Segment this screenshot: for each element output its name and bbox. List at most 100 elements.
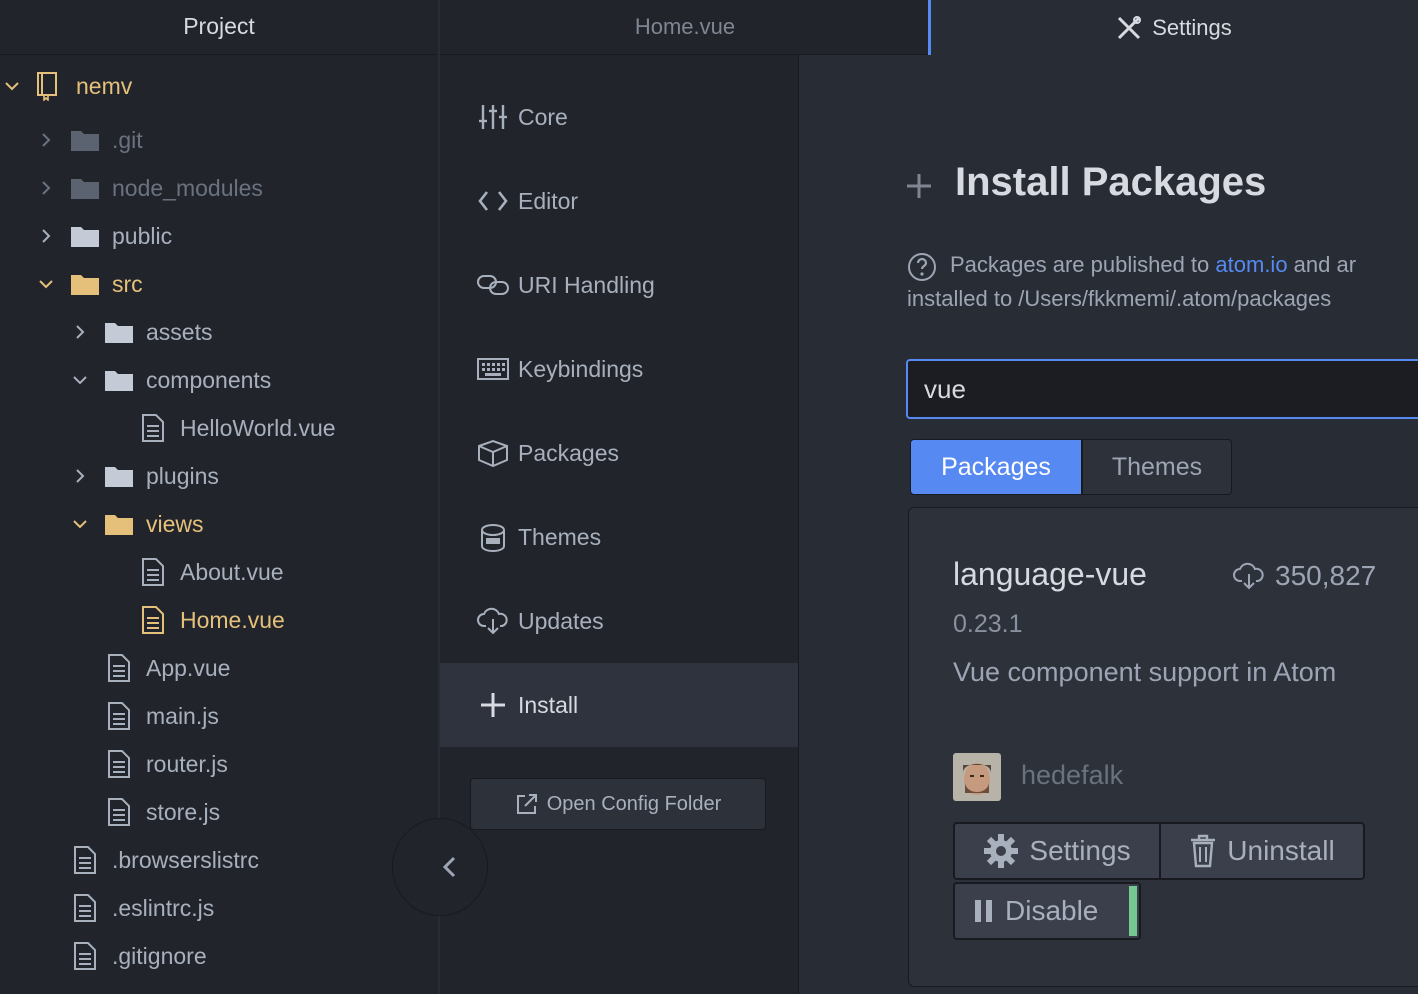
tab-home-vue[interactable]: Home.vue: [440, 0, 931, 54]
folder-icon: [104, 317, 134, 347]
package-disable-button[interactable]: Disable: [953, 882, 1141, 940]
tree-file-router[interactable]: router.js: [0, 740, 438, 788]
chevron-right-icon[interactable]: [36, 226, 56, 246]
package-description: Vue component support in Atom: [953, 657, 1337, 687]
tree-folder-assets[interactable]: assets: [0, 308, 438, 356]
info-text-path: installed to /Users/fkkmemi/.atom/packag…: [907, 286, 1332, 311]
chevron-down-icon[interactable]: [2, 76, 22, 96]
nav-label: URI Handling: [518, 271, 655, 298]
file-text-icon: [104, 653, 134, 683]
file-text-icon: [138, 413, 168, 443]
nav-item-packages[interactable]: Packages: [440, 411, 798, 495]
tree-file-home[interactable]: Home.vue: [0, 596, 438, 644]
link-icon: [476, 268, 510, 302]
enabled-status-indicator: [1129, 886, 1137, 936]
cloud-download-icon: [476, 604, 510, 638]
tree-folder-git[interactable]: .git: [0, 116, 438, 164]
atom-io-link[interactable]: atom.io: [1215, 252, 1287, 277]
tools-icon: [1116, 15, 1142, 41]
tree-label: .browserslistrc: [112, 846, 259, 873]
gear-icon: [983, 833, 1019, 869]
package-search-input[interactable]: [906, 359, 1418, 419]
tree-folder-plugins[interactable]: plugins: [0, 452, 438, 500]
repo-icon: [32, 71, 62, 101]
info-suffix: and ar: [1287, 252, 1357, 277]
packages-toggle-button[interactable]: Packages: [910, 439, 1082, 495]
chevron-right-icon[interactable]: [36, 178, 56, 198]
folder-open-icon: [104, 509, 134, 539]
tree-file-gitignore[interactable]: .gitignore: [0, 932, 438, 980]
link-external-icon: [515, 792, 539, 816]
info-text: Packages are published to atom.io and ar: [950, 252, 1356, 278]
chevron-right-icon[interactable]: [70, 322, 90, 342]
install-panel: Install Packages Packages are published …: [799, 55, 1418, 994]
folder-icon: [104, 461, 134, 491]
package-uninstall-button[interactable]: Uninstall: [1159, 822, 1365, 880]
tab-settings[interactable]: Settings: [928, 0, 1418, 55]
tree-file-eslintrc[interactable]: .eslintrc.js: [0, 884, 438, 932]
tree-label: assets: [146, 318, 213, 345]
avatar[interactable]: [953, 753, 1001, 801]
settings-button-label: Settings: [1029, 835, 1131, 866]
tree-folder-node-modules[interactable]: node_modules: [0, 164, 438, 212]
tree-label: src: [112, 270, 143, 297]
tree-label: plugins: [146, 462, 219, 489]
nav-item-updates[interactable]: Updates: [440, 579, 798, 663]
tree-label: HelloWorld.vue: [180, 414, 336, 441]
tree-file-app[interactable]: App.vue: [0, 644, 438, 692]
tree-folder-public[interactable]: public: [0, 212, 438, 260]
nav-item-themes[interactable]: Themes: [440, 495, 798, 579]
file-text-icon: [104, 701, 134, 731]
tree-label: public: [112, 222, 173, 249]
package-name[interactable]: language-vue: [953, 556, 1147, 593]
tree-label: .git: [112, 126, 143, 153]
file-text-icon: [138, 605, 168, 635]
nav-item-uri-handling[interactable]: URI Handling: [440, 243, 798, 327]
tree-file-browserslistrc[interactable]: .browserslistrc: [0, 836, 438, 884]
file-text-icon: [104, 797, 134, 827]
tree-folder-views[interactable]: views: [0, 500, 438, 548]
folder-icon: [70, 125, 100, 155]
tree-view-toggle[interactable]: [392, 818, 488, 916]
tree-label: .eslintrc.js: [112, 894, 215, 921]
search-type-toggle: Packages Themes: [910, 439, 1232, 495]
package-icon: [476, 436, 510, 470]
tree-label: main.js: [146, 702, 219, 729]
install-packages-title: Install Packages: [955, 160, 1267, 204]
nav-item-install[interactable]: Install: [440, 663, 798, 747]
nav-item-keybindings[interactable]: Keybindings: [440, 327, 798, 411]
file-text-icon: [70, 893, 100, 923]
chevron-down-icon[interactable]: [36, 274, 56, 294]
chevron-down-icon[interactable]: [70, 514, 90, 534]
package-downloads: 350,827: [1233, 560, 1376, 592]
chevron-down-icon[interactable]: [70, 370, 90, 390]
tree-label: nemv: [76, 72, 133, 99]
package-card: language-vue 350,827 0.23.1 Vue componen…: [908, 507, 1418, 987]
nav-label: Editor: [518, 187, 579, 214]
folder-icon: [70, 173, 100, 203]
info-prefix: Packages are published to: [950, 252, 1216, 277]
tree-folder-src[interactable]: src: [0, 260, 438, 308]
tree-file-about[interactable]: About.vue: [0, 548, 438, 596]
tree-root-nemv[interactable]: nemv: [0, 62, 438, 110]
themes-toggle-button[interactable]: Themes: [1082, 439, 1232, 495]
project-panel-title: Project: [0, 0, 438, 55]
download-count: 350,827: [1275, 560, 1377, 591]
package-settings-button[interactable]: Settings: [953, 822, 1161, 880]
package-author[interactable]: hedefalk: [1021, 760, 1123, 791]
nav-label: Themes: [518, 523, 602, 550]
tree-folder-components[interactable]: components: [0, 356, 438, 404]
nav-item-core[interactable]: Core: [440, 75, 798, 159]
tree-file-main[interactable]: main.js: [0, 692, 438, 740]
open-config-folder-button[interactable]: Open Config Folder: [470, 778, 766, 830]
chevron-right-icon[interactable]: [36, 130, 56, 150]
tree-file-helloworld[interactable]: HelloWorld.vue: [0, 404, 438, 452]
nav-label: Core: [518, 103, 568, 130]
file-text-icon: [70, 941, 100, 971]
chevron-right-icon[interactable]: [70, 466, 90, 486]
tree-file-store[interactable]: store.js: [0, 788, 438, 836]
nav-item-editor[interactable]: Editor: [440, 159, 798, 243]
tree-label: components: [146, 366, 272, 393]
folder-open-icon: [104, 365, 134, 395]
question-icon: [907, 252, 937, 287]
